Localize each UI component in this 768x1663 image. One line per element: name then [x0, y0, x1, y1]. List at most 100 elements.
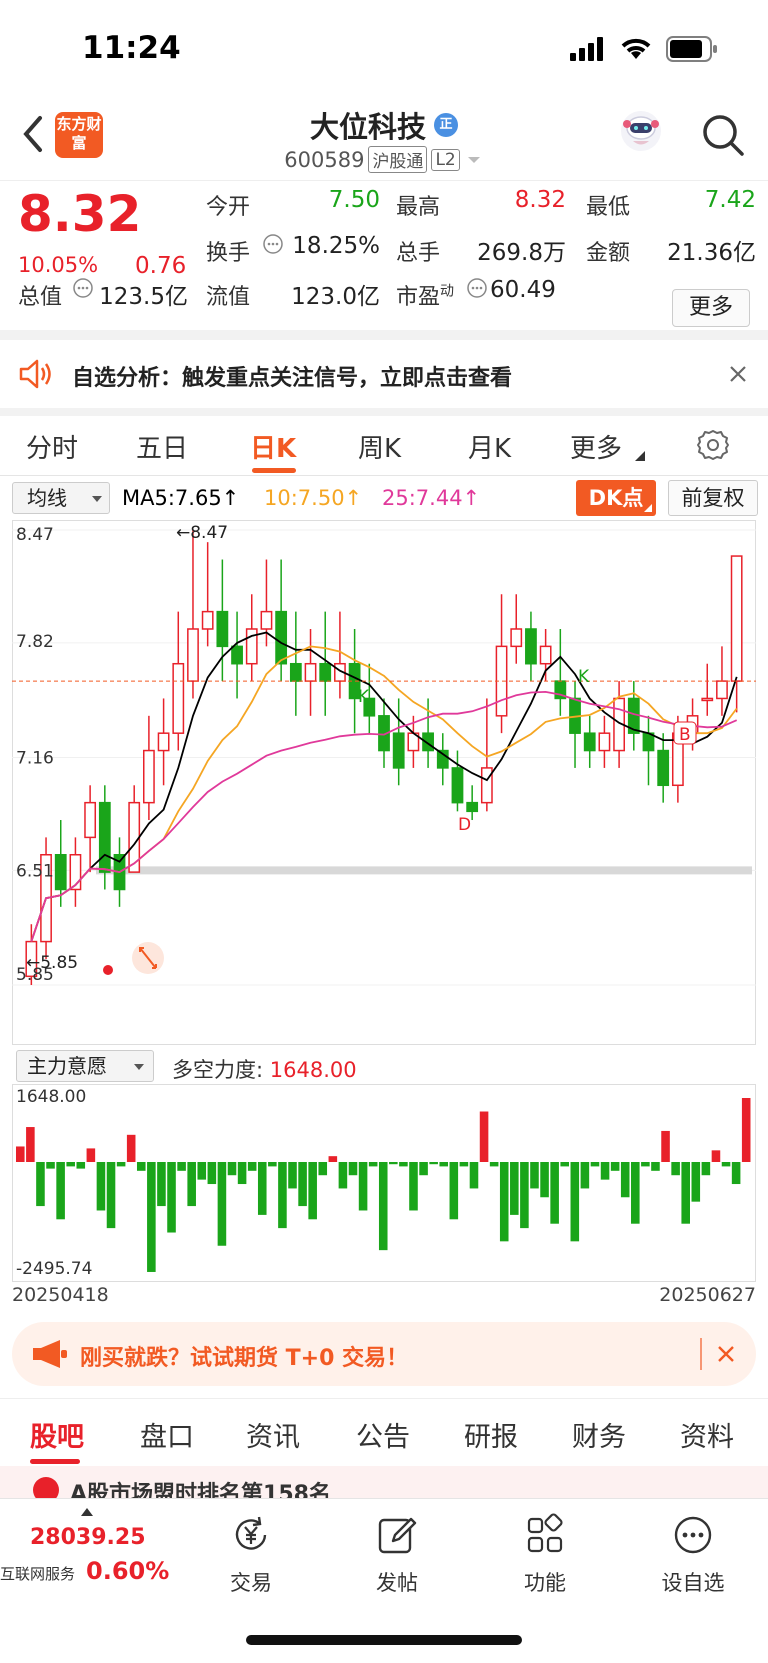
- candle-body: [657, 749, 670, 787]
- indicator-bar: [540, 1162, 549, 1198]
- bottom-bar: 28039.25 互联网服务 0.60% 交易 发帖 功能 设自选: [0, 1498, 768, 1663]
- indicator-bar: [399, 1162, 408, 1167]
- ad-banner[interactable]: 刚买就跌？试试期货 T+0 交易！: [12, 1322, 756, 1386]
- function-button[interactable]: 功能: [500, 1513, 590, 1597]
- dropdown-caret-icon: [467, 156, 480, 163]
- indicator-bar: [126, 1134, 136, 1162]
- indicator-bar: [96, 1162, 106, 1211]
- indicator-bar: [257, 1162, 267, 1215]
- indicator-bar: [499, 1162, 509, 1242]
- tab-pankou[interactable]: 盘口: [140, 1415, 194, 1454]
- low-value: 7.42: [704, 187, 756, 213]
- feed-peek[interactable]: A股市场盟时排名第158名: [0, 1466, 768, 1498]
- indicator-bar: [318, 1162, 328, 1176]
- indicator-bar: [429, 1162, 438, 1165]
- info-dots-icon[interactable]: [466, 277, 488, 299]
- indicator-bar: [721, 1162, 731, 1167]
- index-percent: 0.60%: [86, 1557, 170, 1585]
- more-button[interactable]: 更多: [672, 289, 750, 327]
- search-icon[interactable]: [700, 112, 746, 158]
- indicator-bar: [620, 1162, 630, 1198]
- candle-body: [231, 645, 243, 665]
- close-icon[interactable]: [716, 1344, 736, 1364]
- active-tab-indicator: [30, 1459, 80, 1464]
- candle-body: [201, 610, 214, 630]
- info-dots-icon[interactable]: [262, 233, 284, 255]
- indicator-chart[interactable]: 1648.00 -2495.74: [12, 1084, 756, 1282]
- corner-caret-icon: [644, 504, 652, 512]
- candle-body: [84, 801, 97, 839]
- indicator-bar: [46, 1162, 55, 1169]
- volume-label: 总手: [396, 241, 441, 266]
- indicator-bar: [338, 1162, 348, 1189]
- candle-body: [216, 610, 229, 648]
- stock-name: 大位科技: [309, 110, 426, 144]
- float-value: 123.0亿: [291, 284, 380, 310]
- indicator-bar: [16, 1146, 25, 1162]
- indicator-bar: [268, 1162, 277, 1167]
- mcap-label: 总值: [18, 285, 63, 310]
- chart-border: [12, 520, 756, 1045]
- period-tabs: 分时 五日 日K 周K 月K 更多: [0, 416, 768, 476]
- tab-monthly-k[interactable]: 月K: [468, 428, 511, 465]
- tab-caiwu[interactable]: 财务: [572, 1415, 626, 1454]
- tab-gonggao[interactable]: 公告: [356, 1415, 410, 1454]
- indicator-bar: [247, 1162, 257, 1171]
- tab-weekly-k[interactable]: 周K: [358, 428, 401, 465]
- tab-ziliao[interactable]: 资料: [680, 1415, 734, 1454]
- indicator-select[interactable]: 主力意愿: [16, 1050, 154, 1082]
- add-watchlist-button[interactable]: 设自选: [648, 1513, 738, 1597]
- trade-yen-icon: [235, 1516, 267, 1550]
- ma-select[interactable]: 均线: [12, 482, 110, 514]
- robot-assistant-icon[interactable]: [618, 108, 664, 154]
- info-dots-icon[interactable]: [72, 277, 94, 299]
- float-label: 流值: [206, 285, 251, 310]
- tab-guba[interactable]: 股吧: [30, 1415, 84, 1454]
- candle-body: [187, 628, 199, 682]
- indicator-bar: [308, 1162, 317, 1220]
- speaker-icon: [19, 359, 51, 389]
- notice-text: 自选分析：触发重点关注信号，立即点击查看: [72, 366, 513, 391]
- signal-b-label: B: [679, 725, 691, 745]
- tab-daily-k[interactable]: 日K: [250, 428, 296, 465]
- trade-button[interactable]: 交易: [206, 1513, 296, 1597]
- candle-body: [701, 697, 714, 702]
- candle-body: [157, 732, 170, 752]
- stock-code: 600589: [284, 147, 365, 172]
- notice-bar[interactable]: 自选分析：触发重点关注信号，立即点击查看: [0, 340, 768, 408]
- close-icon[interactable]: [728, 364, 748, 384]
- adjust-button[interactable]: 前复权: [668, 480, 758, 516]
- indicator-bar: [348, 1162, 358, 1176]
- indicator-bar: [741, 1098, 751, 1162]
- nav-header: 东方财富 大位科技 正 600589 沪股通 L2: [0, 100, 768, 178]
- tab-yanbao[interactable]: 研报: [464, 1415, 518, 1454]
- ad-divider: [700, 1338, 702, 1370]
- indicator-bar: [197, 1162, 207, 1180]
- signal-k-label: K: [578, 667, 590, 687]
- dk-point-button[interactable]: DK点: [576, 480, 656, 516]
- tab-more[interactable]: 更多: [570, 428, 622, 465]
- candle-body: [260, 610, 273, 630]
- post-button[interactable]: 发帖: [352, 1513, 442, 1597]
- indicator-bar: [489, 1162, 499, 1167]
- ma10-label: 10:7.50↑: [264, 486, 363, 510]
- wifi-icon: [621, 38, 651, 59]
- indicator-bar: [661, 1130, 670, 1162]
- settings-gear-icon[interactable]: [696, 428, 730, 462]
- tab-fenshi[interactable]: 分时: [26, 428, 78, 465]
- kline-chart[interactable]: 8.477.827.166.515.85←8.47←5.85DKKB: [12, 520, 756, 1045]
- open-label: 今开: [206, 195, 251, 220]
- index-value[interactable]: 28039.25: [30, 1525, 146, 1550]
- ma25-label: 25:7.44↑: [382, 486, 481, 510]
- indicator-bar: [298, 1162, 307, 1207]
- change-percent: 10.05%: [18, 253, 99, 277]
- tab-zixun[interactable]: 资讯: [246, 1415, 300, 1454]
- candle-body: [319, 662, 332, 682]
- pe-label: 市盈动: [396, 283, 455, 310]
- battery-icon: [666, 36, 717, 62]
- indicator-bar: [76, 1162, 86, 1169]
- indicator-bar: [237, 1162, 247, 1185]
- indicator-bar: [469, 1162, 479, 1189]
- tab-wuri[interactable]: 五日: [136, 428, 188, 465]
- candle-body: [275, 610, 288, 665]
